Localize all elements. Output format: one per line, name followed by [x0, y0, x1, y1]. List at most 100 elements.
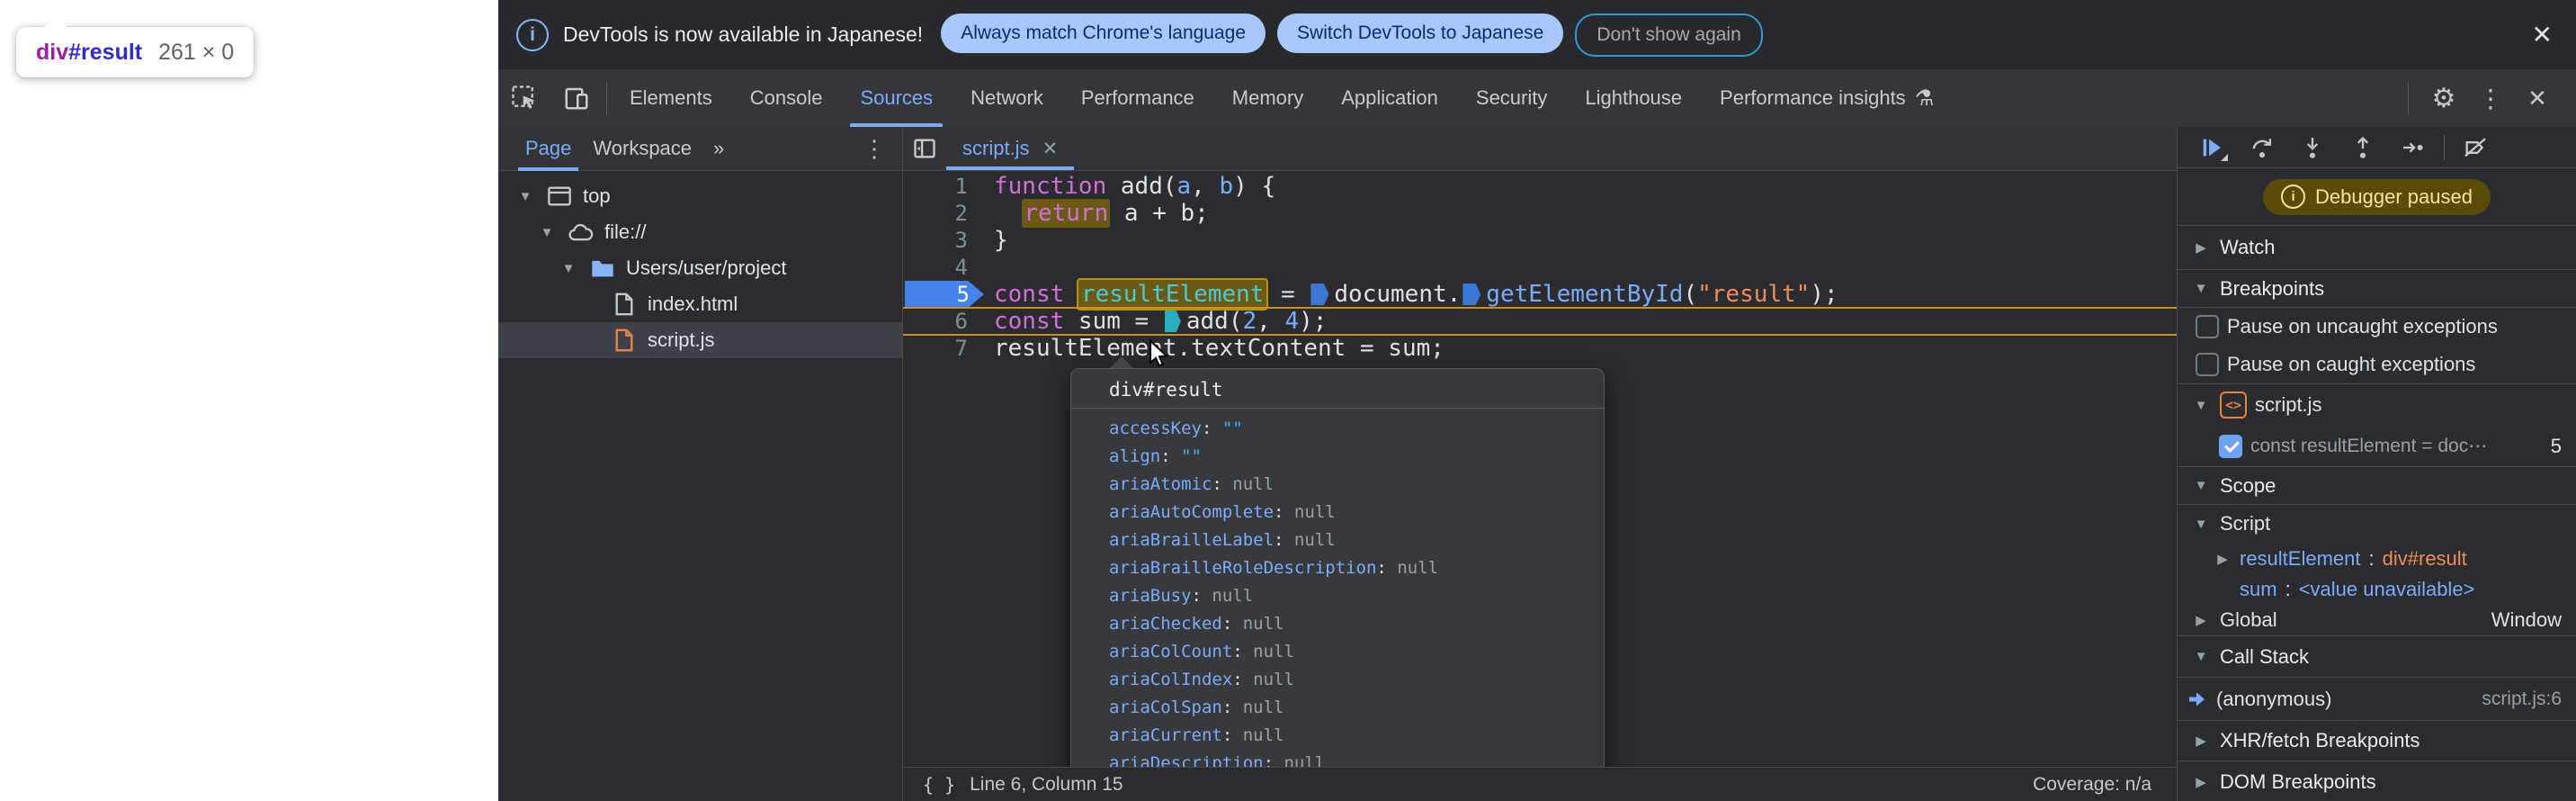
tree-item-index-html[interactable]: index.html — [498, 286, 902, 322]
inline-breakpoint-marker-icon[interactable] — [1310, 284, 1328, 305]
tab-sources[interactable]: Sources — [841, 69, 952, 127]
tab-label: Application — [1341, 86, 1438, 110]
section-watch[interactable]: ▶ Watch — [2178, 226, 2576, 270]
code-token: const — [994, 308, 1064, 335]
tree-item-file-[interactable]: ▼file:// — [498, 214, 902, 250]
code-token: b — [1219, 173, 1233, 200]
resume-button[interactable] — [2187, 127, 2237, 168]
tab-console[interactable]: Console — [731, 69, 842, 127]
deactivate-breakpoints-button[interactable] — [2450, 127, 2500, 168]
scope-var-row[interactable]: sum: <value unavailable> — [2178, 574, 2576, 604]
tab-memory[interactable]: Memory — [1213, 69, 1322, 127]
inline-breakpoint-marker-icon[interactable] — [1462, 284, 1480, 305]
frame-icon — [544, 185, 575, 207]
chevron-down-icon[interactable]: ▼ — [514, 189, 536, 204]
popover-property: ariaColSpan: null — [1109, 694, 1604, 722]
breakpoint-badge[interactable]: 5 — [903, 281, 980, 308]
navigator-toggle-icon[interactable] — [903, 127, 946, 170]
property-name: align — [1109, 446, 1160, 466]
line-number[interactable]: 2 — [903, 200, 980, 227]
element-dimensions-tooltip: div#result 261 × 0 — [16, 27, 254, 77]
popover-property: ariaColIndex: null — [1109, 666, 1604, 694]
section-xhr-breakpoints[interactable]: ▶ XHR/fetch Breakpoints — [2178, 721, 2576, 761]
switch-devtools-to-japanese-button[interactable]: Switch DevTools to Japanese — [1277, 14, 1563, 53]
inspect-element-icon[interactable] — [498, 69, 550, 127]
line-number[interactable]: 1 — [903, 173, 980, 200]
step-into-button[interactable] — [2287, 127, 2338, 168]
always-match-chrome-s-language-button[interactable]: Always match Chrome's language — [941, 14, 1266, 53]
section-call-stack[interactable]: ▼ Call Stack — [2178, 636, 2576, 678]
navigator-menu-icon[interactable]: ⋮ — [855, 135, 893, 163]
element-dimensions: 261 × 0 — [158, 40, 234, 66]
script-file-icon: <> — [2220, 392, 2247, 418]
chevron-down-icon[interactable]: ▼ — [536, 225, 558, 240]
popover-property: ariaBrailleRoleDescription: null — [1109, 554, 1604, 582]
navigator-tab-page[interactable]: Page — [518, 127, 578, 171]
step-out-button[interactable] — [2338, 127, 2388, 168]
call-stack-frame-row[interactable]: (anonymous) script.js:6 — [2178, 678, 2576, 721]
pretty-print-icon[interactable]: { } — [923, 774, 955, 796]
line-number[interactable]: 7 — [903, 335, 980, 362]
tree-item-script-js[interactable]: script.js — [498, 322, 902, 358]
code-editor[interactable]: 1function add(a, b) {2 return a + b;3}45… — [903, 171, 2177, 767]
execution-line-top-border — [903, 307, 2177, 309]
toolbar-divider — [2408, 82, 2409, 114]
paused-position-marker-icon[interactable] — [1165, 310, 1181, 332]
code-token: a — [1177, 173, 1192, 200]
section-breakpoints[interactable]: ▼ Breakpoints — [2178, 270, 2576, 308]
chevron-down-icon[interactable]: ▼ — [558, 261, 579, 276]
property-value: "" — [1222, 418, 1243, 438]
line-number[interactable]: 4 — [903, 254, 980, 281]
pause-caught-checkbox[interactable] — [2196, 353, 2219, 376]
scope-global-row[interactable]: ▶ Global Window — [2178, 604, 2576, 636]
code-token: resultElement — [1078, 280, 1267, 309]
step-over-button[interactable] — [2237, 127, 2287, 168]
line-number[interactable]: 6 — [903, 308, 980, 335]
info-icon: i — [516, 19, 549, 51]
section-dom-breakpoints[interactable]: ▶ DOM Breakpoints — [2178, 761, 2576, 801]
device-toolbar-icon[interactable] — [550, 69, 603, 127]
breakpoint-group-label: script.js — [2255, 393, 2322, 417]
paused-info-icon: i — [2281, 184, 2305, 209]
tab-elements[interactable]: Elements — [611, 69, 731, 127]
property-colon: : — [1232, 670, 1253, 689]
close-infobar-icon[interactable]: ✕ — [2532, 22, 2553, 48]
tab-label: Sources — [860, 86, 933, 110]
navigator-tab-workspace[interactable]: Workspace — [586, 127, 699, 171]
step-button[interactable] — [2388, 127, 2438, 168]
tab-network[interactable]: Network — [952, 69, 1062, 127]
line-number[interactable]: 3 — [903, 227, 980, 254]
tab-application[interactable]: Application — [1322, 69, 1457, 127]
tab-security[interactable]: Security — [1457, 69, 1566, 127]
breakpoint-marker-icon[interactable]: 5 — [905, 281, 984, 308]
more-options-icon[interactable]: ⋮ — [2475, 69, 2506, 127]
property-colon: : — [1274, 502, 1294, 522]
breakpoint-group-row[interactable]: ▼ <> script.js — [2178, 384, 2576, 426]
more-tabs-icon[interactable]: » — [706, 137, 729, 160]
property-name: ariaBrailleLabel — [1109, 530, 1274, 550]
tab-lighthouse[interactable]: Lighthouse — [1566, 69, 1701, 127]
chevron-down-icon: ▼ — [2190, 478, 2212, 493]
code-token: ); — [1810, 281, 1838, 308]
scope-var-row[interactable]: ▶ resultElement: div#result — [2178, 543, 2576, 574]
settings-gear-icon[interactable]: ⚙ — [2418, 69, 2470, 127]
tree-item-users-user-project[interactable]: ▼Users/user/project — [498, 250, 902, 286]
variable-name: resultElement — [2240, 547, 2361, 571]
close-devtools-icon[interactable]: ✕ — [2511, 69, 2563, 127]
editor-tab-script-js[interactable]: script.js ✕ — [946, 127, 1074, 170]
property-value: null — [1243, 614, 1284, 634]
property-colon: : — [1232, 642, 1253, 662]
chevron-down-icon: ▼ — [2190, 649, 2212, 664]
tab-performance[interactable]: Performance — [1062, 69, 1213, 127]
section-scope[interactable]: ▼ Scope — [2178, 467, 2576, 505]
breakpoint-checkbox[interactable] — [2219, 435, 2242, 458]
tree-item-top[interactable]: ▼top — [498, 178, 902, 214]
tab-performance-insights[interactable]: Performance insights⚗ — [1701, 69, 1953, 127]
scope-script-row[interactable]: ▼ Script — [2178, 505, 2576, 543]
don-t-show-again-button[interactable]: Don't show again — [1575, 14, 1762, 57]
status-coverage[interactable]: Coverage: n/a — [2033, 774, 2157, 796]
breakpoint-entry-row[interactable]: const resultElement = doc⋯ 5 — [2178, 426, 2576, 467]
pause-uncaught-checkbox[interactable] — [2196, 315, 2219, 338]
close-tab-icon[interactable]: ✕ — [1042, 138, 1059, 160]
property-name: accessKey — [1109, 418, 1202, 438]
